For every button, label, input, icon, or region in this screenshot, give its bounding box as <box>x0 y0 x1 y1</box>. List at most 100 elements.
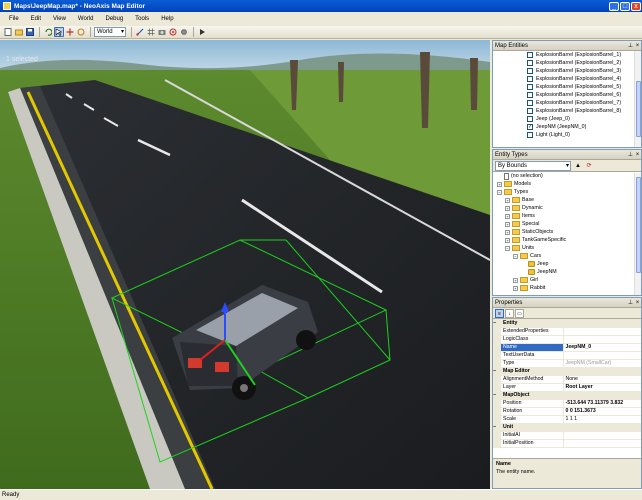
expand-toggle-icon[interactable]: + <box>505 205 510 211</box>
expand-toggle-icon[interactable]: − <box>497 189 502 195</box>
entity-list-item[interactable]: ExplosionBarrel (ExplosionBarrel_7) <box>493 99 641 107</box>
menu-world[interactable]: World <box>72 16 100 22</box>
type-tree-scrollbar[interactable] <box>634 173 641 295</box>
maximize-button[interactable]: □ <box>620 1 630 11</box>
entity-checkbox[interactable] <box>527 116 533 122</box>
target-icon[interactable] <box>168 27 178 37</box>
tree-node[interactable]: − Types <box>493 188 641 196</box>
collapse-icon[interactable]: − <box>493 367 501 376</box>
menu-file[interactable]: File <box>3 16 25 22</box>
property-row[interactable]: ExtendedProperties <box>493 327 641 336</box>
tree-node[interactable]: + StaticObjects <box>493 228 641 236</box>
entity-list-item[interactable]: ExplosionBarrel (ExplosionBarrel_3) <box>493 67 641 75</box>
expand-toggle-icon[interactable]: − <box>513 253 518 259</box>
collapse-icon[interactable]: − <box>493 423 501 432</box>
property-value[interactable]: 1 1 1 <box>563 415 641 424</box>
tree-node[interactable]: JeepNM <box>493 268 641 276</box>
tree-node[interactable]: + Models <box>493 180 641 188</box>
expand-toggle-icon[interactable]: + <box>513 277 518 283</box>
select-icon[interactable] <box>54 27 64 37</box>
minimize-button[interactable]: _ <box>609 1 619 11</box>
tree-node[interactable]: + Base <box>493 196 641 204</box>
expand-toggle-icon[interactable]: + <box>497 181 502 187</box>
scroll-thumb[interactable] <box>636 177 641 273</box>
entity-checkbox[interactable] <box>527 68 533 74</box>
close-icon[interactable]: × <box>634 152 641 158</box>
property-value[interactable] <box>563 335 641 344</box>
property-category[interactable]: − Unit <box>493 423 641 432</box>
coordinate-mode-select[interactable]: World <box>94 27 126 37</box>
rotate-icon[interactable] <box>76 27 86 37</box>
entity-type-tree[interactable]: (no selection) + Models − Types + Base + Dynamic… <box>493 172 641 292</box>
menu-help[interactable]: Help <box>155 16 179 22</box>
camera-icon[interactable] <box>157 27 167 37</box>
property-row[interactable]: Name JeepNM_0 <box>493 343 641 352</box>
property-category[interactable]: − Entity <box>493 319 641 328</box>
new-icon[interactable] <box>3 27 13 37</box>
menu-debug[interactable]: Debug <box>99 16 129 22</box>
tree-node[interactable]: − Cars <box>493 252 641 260</box>
expand-toggle-icon[interactable]: + <box>505 197 510 203</box>
property-value[interactable]: -513.644 73.11379 3.832 <box>563 399 641 408</box>
property-value[interactable]: JeepNM_0 <box>563 343 641 352</box>
expand-toggle-icon[interactable]: + <box>505 229 510 235</box>
entity-list-item[interactable]: ExplosionBarrel (ExplosionBarrel_4) <box>493 75 641 83</box>
property-row[interactable]: InitialAI <box>493 431 641 440</box>
entity-checkbox[interactable] <box>527 84 533 90</box>
entity-list-item[interactable]: ExplosionBarrel (ExplosionBarrel_2) <box>493 59 641 67</box>
menu-tools[interactable]: Tools <box>129 16 155 22</box>
tree-node[interactable]: + Dynamic <box>493 204 641 212</box>
menu-edit[interactable]: Edit <box>25 16 47 22</box>
tree-node[interactable]: + Rabbit <box>493 284 641 292</box>
open-icon[interactable] <box>14 27 24 37</box>
entity-checkbox[interactable] <box>527 76 533 82</box>
tree-node[interactable]: (no selection) <box>493 172 641 180</box>
expand-toggle-icon[interactable]: + <box>513 285 518 291</box>
expand-toggle-icon[interactable]: − <box>505 245 510 251</box>
entity-list-item[interactable]: ExplosionBarrel (ExplosionBarrel_8) <box>493 107 641 115</box>
property-row[interactable]: LogicClass <box>493 335 641 344</box>
tree-node[interactable]: + Special <box>493 220 641 228</box>
play-icon[interactable] <box>197 27 207 37</box>
refresh-icon[interactable]: ⟳ <box>584 161 594 171</box>
entity-list-item[interactable]: Jeep (Jeep_0) <box>493 115 641 123</box>
pin-icon[interactable]: ⊥ <box>627 299 634 306</box>
filter-select[interactable]: By Bounds <box>495 160 571 171</box>
entity-list-scrollbar[interactable] <box>634 51 641 147</box>
tree-node[interactable]: − Units <box>493 244 641 252</box>
entity-checkbox[interactable] <box>527 100 533 106</box>
close-button[interactable]: x <box>631 1 641 11</box>
collapse-icon[interactable]: − <box>493 319 501 328</box>
property-value[interactable]: None <box>563 375 641 384</box>
sort-icon[interactable]: ▲ <box>573 161 583 171</box>
expand-toggle-icon[interactable]: + <box>505 237 510 243</box>
grid-icon[interactable] <box>146 27 156 37</box>
property-pages-icon[interactable]: ▭ <box>515 308 524 318</box>
property-category[interactable]: − Map Editor <box>493 367 641 376</box>
entity-checkbox[interactable] <box>527 92 533 98</box>
property-row[interactable]: Layer Root Layer <box>493 383 641 392</box>
property-value[interactable] <box>563 439 641 448</box>
property-row[interactable]: AlignmentMethod None <box>493 375 641 384</box>
entity-checkbox[interactable] <box>527 60 533 66</box>
collapse-icon[interactable]: − <box>493 391 501 400</box>
property-row[interactable]: InitialPosition <box>493 439 641 448</box>
alphabetical-icon[interactable]: ↓ <box>505 308 514 318</box>
map-viewport[interactable]: 1 selected <box>0 40 490 489</box>
tree-node[interactable]: + Items <box>493 212 641 220</box>
close-icon[interactable]: × <box>634 300 641 306</box>
pin-icon[interactable]: ⊥ <box>627 42 634 49</box>
expand-toggle-icon[interactable]: + <box>505 221 510 227</box>
property-value[interactable]: JeepNM (SmallCar) <box>563 359 641 368</box>
scroll-thumb[interactable] <box>636 81 641 137</box>
entity-checkbox[interactable]: ✓ <box>527 124 533 130</box>
property-category[interactable]: − MapObject <box>493 391 641 400</box>
pin-icon[interactable]: ⊥ <box>627 151 634 158</box>
property-value[interactable] <box>563 327 641 336</box>
entity-checkbox[interactable] <box>527 52 533 58</box>
property-value[interactable]: 0 0 151.3673 <box>563 407 641 416</box>
menu-view[interactable]: View <box>47 16 72 22</box>
entity-list-item[interactable]: ExplosionBarrel (ExplosionBarrel_6) <box>493 91 641 99</box>
undo-icon[interactable] <box>43 27 53 37</box>
snap-icon[interactable] <box>135 27 145 37</box>
